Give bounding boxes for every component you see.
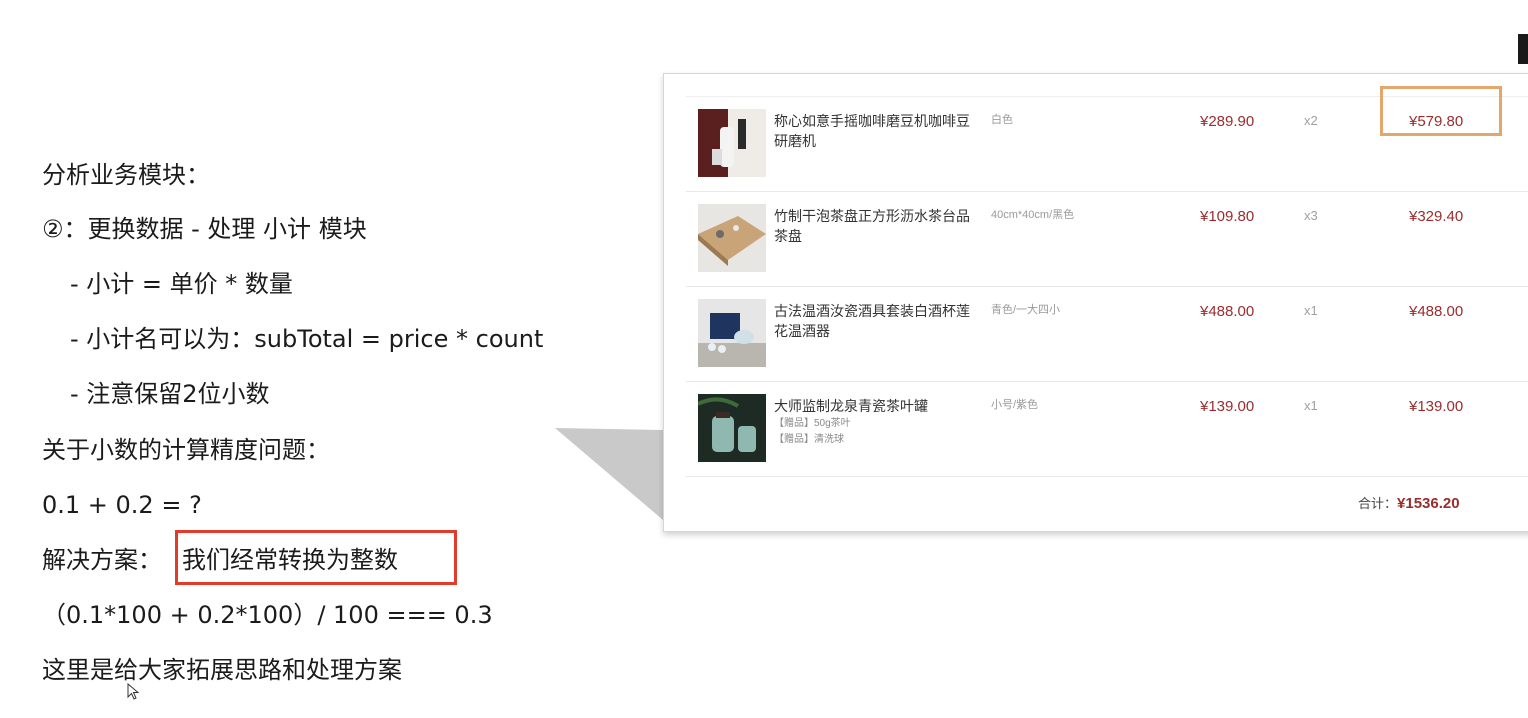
quantity: x1 (1304, 303, 1318, 318)
subtotal: ¥329.40 (1409, 208, 1464, 225)
wine-set-thumbnail[interactable] (698, 299, 766, 367)
tea-canister-thumbnail[interactable] (698, 394, 766, 462)
total-amount: ¥1536.20 (1397, 495, 1460, 512)
subtotal-highlight-box (1380, 86, 1502, 136)
gift-item: 【赠品】50g茶叶 (774, 418, 851, 429)
tea-tray-thumbnail[interactable] (698, 204, 766, 272)
unit-price: ¥109.80 (1200, 208, 1255, 225)
subtotal: ¥488.00 (1409, 303, 1464, 320)
gift-item: 【赠品】清洗球 (774, 434, 844, 445)
cart-row: 古法温酒汝瓷酒具套装白酒杯莲花温酒器 青色/一大四小 ¥488.00 x1 ¥4… (686, 287, 1528, 382)
notes-heading: 分析业务模块： (42, 161, 210, 189)
cart-row: 大师监制龙泉青瓷茶叶罐 【赠品】50g茶叶 【赠品】清洗球 小号/紫色 ¥139… (686, 382, 1528, 477)
unit-price: ¥488.00 (1200, 303, 1255, 320)
notes-precision-heading: 关于小数的计算精度问题： (42, 436, 330, 464)
product-attr: 白色 (991, 114, 1013, 126)
subtotal: ¥139.00 (1409, 398, 1464, 415)
product-attr: 青色/一大四小 (991, 304, 1061, 316)
product-name[interactable]: 古法温酒汝瓷酒具套装白酒杯莲花温酒器 (774, 301, 979, 341)
notes-bullet-decimals: - 注意保留2位小数 (70, 380, 270, 408)
product-attr: 小号/紫色 (991, 399, 1039, 411)
total-label: 合计： (1358, 496, 1398, 511)
coffee-grinder-thumbnail[interactable] (698, 109, 766, 177)
panel-shadow-decoration (555, 428, 663, 520)
product-name[interactable]: 大师监制龙泉青瓷茶叶罐 【赠品】50g茶叶 【赠品】清洗球 (774, 396, 979, 448)
quantity: x2 (1304, 113, 1318, 128)
product-name[interactable]: 称心如意手摇咖啡磨豆机咖啡豆研磨机 (774, 111, 979, 151)
unit-price: ¥289.90 (1200, 113, 1255, 130)
notes-conclusion: 这里是给大家拓展思路和处理方案 (42, 656, 402, 684)
notes-question: 0.1 + 0.2 = ? (42, 491, 202, 519)
mouse-cursor-icon (127, 683, 140, 700)
window-edge-mark (1518, 34, 1528, 64)
cart-total: 合计：¥1536.20 (1358, 493, 1460, 512)
cart-row: 竹制干泡茶盘正方形沥水茶台品茶盘 40cm*40cm/黑色 ¥109.80 x3… (686, 192, 1528, 287)
product-attr: 40cm*40cm/黑色 (991, 209, 1075, 221)
notes-solution-label: 解决方案： (42, 546, 162, 574)
notes-example: （0.1*100 + 0.2*100）/ 100 === 0.3 (42, 601, 493, 629)
quantity: x3 (1304, 208, 1318, 223)
unit-price: ¥139.00 (1200, 398, 1255, 415)
cart-panel: 称心如意手摇咖啡磨豆机咖啡豆研磨机 白色 ¥289.90 x2 ¥579.80 … (663, 73, 1528, 532)
product-name-text: 大师监制龙泉青瓷茶叶罐 (774, 398, 928, 414)
solution-highlight-box (175, 530, 457, 585)
quantity: x1 (1304, 398, 1318, 413)
product-name[interactable]: 竹制干泡茶盘正方形沥水茶台品茶盘 (774, 206, 979, 246)
notes-bullet-variable: - 小计名可以为：subTotal = price * count (70, 325, 544, 353)
notes-step: ②：更换数据 - 处理 小计 模块 (42, 215, 367, 243)
notes-bullet-formula: - 小计 = 单价 * 数量 (70, 270, 293, 298)
